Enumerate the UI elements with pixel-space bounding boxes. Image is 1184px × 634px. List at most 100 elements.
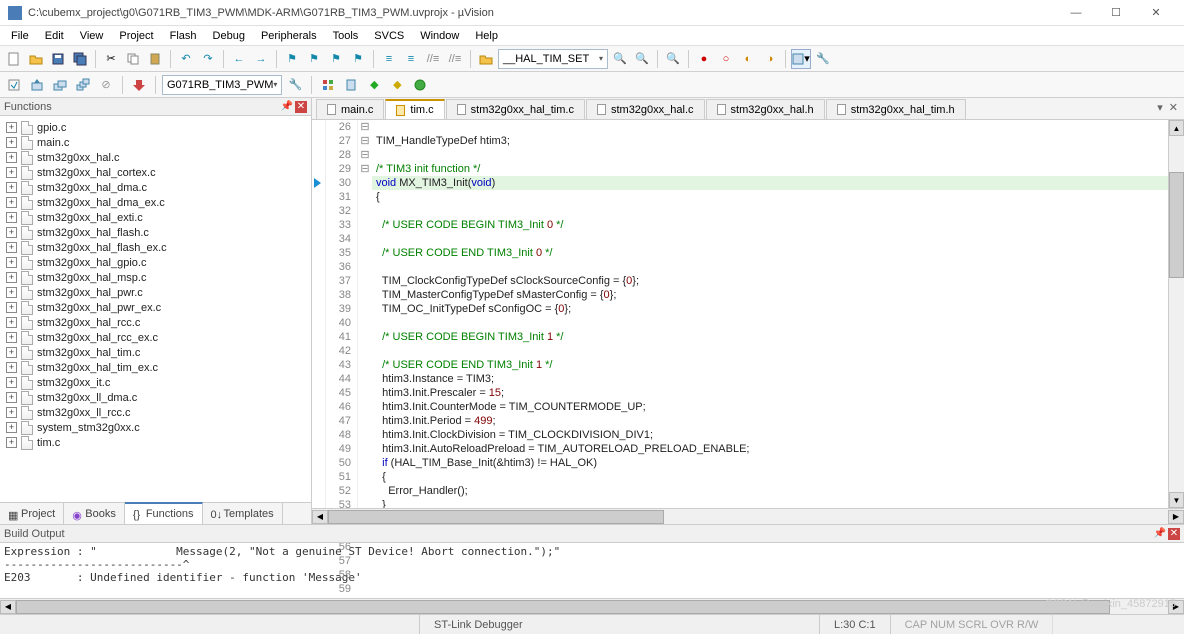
expand-icon[interactable]: + xyxy=(6,287,17,298)
breakpoint-insert-icon[interactable]: ● xyxy=(694,49,714,69)
close-button[interactable]: ✕ xyxy=(1136,1,1176,25)
expand-icon[interactable]: + xyxy=(6,317,17,328)
expand-icon[interactable]: + xyxy=(6,122,17,133)
editor-vscrollbar[interactable]: ▲ ▼ xyxy=(1168,120,1184,508)
pack-installer-icon[interactable]: ◆ xyxy=(387,75,407,95)
find-icon[interactable]: 🔍 xyxy=(610,49,630,69)
tab-project[interactable]: ▦Project xyxy=(0,503,64,524)
tree-item[interactable]: +stm32g0xx_hal_tim.c xyxy=(0,345,311,360)
tree-item[interactable]: +stm32g0xx_hal_tim_ex.c xyxy=(0,360,311,375)
tree-item[interactable]: +main.c xyxy=(0,135,311,150)
expand-icon[interactable]: + xyxy=(6,137,17,148)
rebuild-icon[interactable] xyxy=(50,75,70,95)
scroll-up-icon[interactable]: ▲ xyxy=(1169,120,1184,136)
configure-icon[interactable]: 🔧 xyxy=(813,49,833,69)
minimize-button[interactable]: — xyxy=(1056,1,1096,25)
bookmark-clear-icon[interactable]: ⚑ xyxy=(348,49,368,69)
tab-close-icon[interactable]: ✕ xyxy=(1169,101,1178,114)
expand-icon[interactable]: + xyxy=(6,197,17,208)
expand-icon[interactable]: + xyxy=(6,182,17,193)
expand-icon[interactable]: + xyxy=(6,377,17,388)
pin-icon[interactable]: 📌 xyxy=(1154,528,1166,539)
save-all-icon[interactable] xyxy=(70,49,90,69)
tab-templates[interactable]: 0↓Templates xyxy=(203,503,283,524)
tree-item[interactable]: +stm32g0xx_hal_pwr_ex.c xyxy=(0,300,311,315)
expand-icon[interactable]: + xyxy=(6,407,17,418)
bookmark-toggle-icon[interactable]: ⚑ xyxy=(282,49,302,69)
menu-flash[interactable]: Flash xyxy=(163,28,204,44)
manage-project-icon[interactable] xyxy=(318,75,338,95)
tree-item[interactable]: +stm32g0xx_hal_gpio.c xyxy=(0,255,311,270)
tree-item[interactable]: +tim.c xyxy=(0,435,311,450)
cut-icon[interactable]: ✂ xyxy=(101,49,121,69)
window-icon[interactable]: ▾ xyxy=(791,49,811,69)
tree-item[interactable]: +stm32g0xx_ll_dma.c xyxy=(0,390,311,405)
tree-item[interactable]: +stm32g0xx_it.c xyxy=(0,375,311,390)
tree-item[interactable]: +stm32g0xx_hal_rcc_ex.c xyxy=(0,330,311,345)
tree-item[interactable]: +stm32g0xx_hal_msp.c xyxy=(0,270,311,285)
expand-icon[interactable]: + xyxy=(6,392,17,403)
expand-icon[interactable]: + xyxy=(6,332,17,343)
expand-icon[interactable]: + xyxy=(6,302,17,313)
file-tab[interactable]: stm32g0xx_hal.c xyxy=(586,99,705,119)
indent-icon[interactable]: ≡ xyxy=(379,49,399,69)
translate-icon[interactable] xyxy=(4,75,24,95)
scroll-right-icon[interactable]: ▶ xyxy=(1168,600,1184,614)
stop-build-icon[interactable]: ⊘ xyxy=(96,75,116,95)
menu-file[interactable]: File xyxy=(4,28,36,44)
tab-functions[interactable]: {}Functions xyxy=(125,502,203,524)
menu-svcs[interactable]: SVCS xyxy=(367,28,411,44)
file-tab[interactable]: stm32g0xx_hal.h xyxy=(706,99,825,119)
functions-tree[interactable]: +gpio.c+main.c+stm32g0xx_hal.c+stm32g0xx… xyxy=(0,116,311,502)
expand-icon[interactable]: + xyxy=(6,257,17,268)
open-icon[interactable] xyxy=(26,49,46,69)
uncomment-icon[interactable]: //≡ xyxy=(445,49,465,69)
nav-back-icon[interactable]: ← xyxy=(229,49,249,69)
expand-icon[interactable]: + xyxy=(6,422,17,433)
undo-icon[interactable]: ↶ xyxy=(176,49,196,69)
bookmark-next-icon[interactable]: ⚑ xyxy=(326,49,346,69)
find-in-files-icon[interactable] xyxy=(476,49,496,69)
code-editor[interactable]: TIM_HandleTypeDef htim3;/* TIM3 init fun… xyxy=(372,120,1168,508)
tree-item[interactable]: +stm32g0xx_hal_dma_ex.c xyxy=(0,195,311,210)
pin-icon[interactable]: 📌 xyxy=(281,101,293,112)
maximize-button[interactable]: ☐ xyxy=(1096,1,1136,25)
new-icon[interactable] xyxy=(4,49,24,69)
breakpoint-disable-icon[interactable]: ◐ xyxy=(738,49,758,69)
file-tab[interactable]: tim.c xyxy=(385,99,444,119)
manage-books-icon[interactable] xyxy=(341,75,361,95)
expand-icon[interactable]: + xyxy=(6,212,17,223)
scroll-down-icon[interactable]: ▼ xyxy=(1169,492,1184,508)
tab-books[interactable]: ◉Books xyxy=(64,503,125,524)
redo-icon[interactable]: ↷ xyxy=(198,49,218,69)
incremental-find-icon[interactable]: 🔍 xyxy=(632,49,652,69)
find-combo[interactable]: __HAL_TIM_SET▾ xyxy=(498,49,608,69)
comment-icon[interactable]: //≡ xyxy=(423,49,443,69)
target-options-icon[interactable]: 🔧 xyxy=(285,75,305,95)
vscroll-thumb[interactable] xyxy=(1169,172,1184,279)
menu-view[interactable]: View xyxy=(73,28,111,44)
build-hscrollbar[interactable]: ◀ ▶ xyxy=(0,598,1184,614)
breakpoint-enable-icon[interactable]: ○ xyxy=(716,49,736,69)
menu-window[interactable]: Window xyxy=(413,28,466,44)
scroll-left-icon[interactable]: ◀ xyxy=(0,600,16,614)
pane-close-icon[interactable]: ✕ xyxy=(1168,528,1180,540)
file-tab[interactable]: stm32g0xx_hal_tim.h xyxy=(826,99,966,119)
paste-icon[interactable] xyxy=(145,49,165,69)
editor-hscrollbar[interactable]: ◀ ▶ xyxy=(312,508,1184,524)
hscroll-thumb[interactable] xyxy=(16,600,1110,614)
marker-gutter[interactable] xyxy=(312,120,326,508)
bookmark-prev-icon[interactable]: ⚑ xyxy=(304,49,324,69)
expand-icon[interactable]: + xyxy=(6,167,17,178)
tree-item[interactable]: +stm32g0xx_hal_pwr.c xyxy=(0,285,311,300)
outdent-icon[interactable]: ≡ xyxy=(401,49,421,69)
menu-tools[interactable]: Tools xyxy=(326,28,366,44)
tab-dropdown-icon[interactable]: ▾ xyxy=(1157,101,1163,114)
expand-icon[interactable]: + xyxy=(6,227,17,238)
build-icon[interactable] xyxy=(27,75,47,95)
nav-fwd-icon[interactable]: → xyxy=(251,49,271,69)
expand-icon[interactable]: + xyxy=(6,272,17,283)
expand-icon[interactable]: + xyxy=(6,362,17,373)
menu-peripherals[interactable]: Peripherals xyxy=(254,28,324,44)
manage-components-icon[interactable]: ◆ xyxy=(364,75,384,95)
